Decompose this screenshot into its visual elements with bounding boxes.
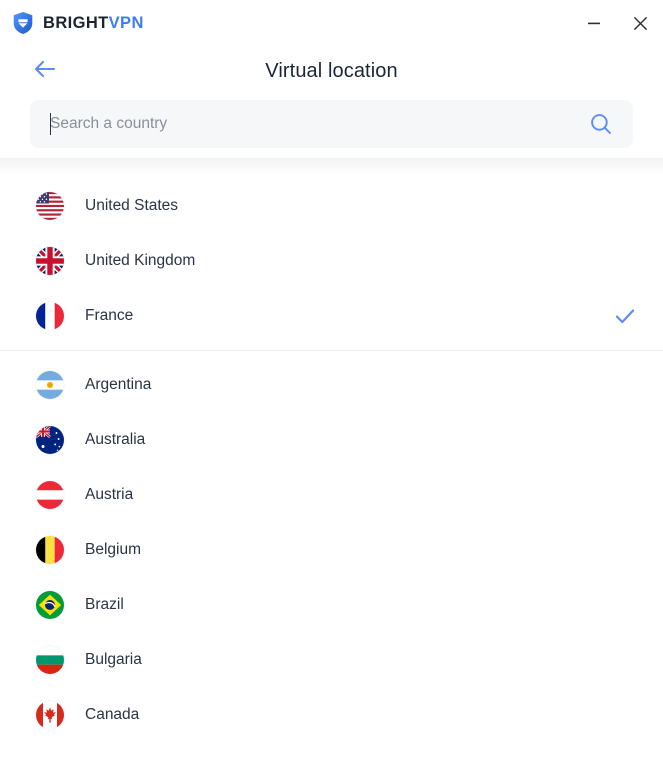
shield-icon [12, 11, 34, 35]
minimize-button[interactable] [571, 0, 617, 46]
page-header: Virtual location [0, 46, 663, 174]
flag-icon-bg [36, 645, 64, 674]
brand-name-accent: VPN [108, 13, 144, 32]
list-item[interactable]: Brazil [0, 577, 663, 632]
list-item[interactable]: Belgium [0, 522, 663, 577]
back-button[interactable] [22, 48, 68, 94]
list-item[interactable]: Austria [0, 467, 663, 522]
list-item-selected[interactable]: France [0, 288, 663, 343]
list-item[interactable]: Australia [0, 412, 663, 467]
list-item[interactable]: United Kingdom [0, 233, 663, 288]
country-name: Belgium [85, 540, 141, 558]
country-group-recommended: United States United Kingdom France [0, 178, 663, 343]
brand-wordmark: BRIGHT VPN [43, 14, 144, 33]
page-title: Virtual location [265, 59, 398, 82]
search-bar[interactable] [30, 100, 633, 148]
search-input[interactable] [50, 109, 587, 139]
list-item[interactable]: Bulgaria [0, 632, 663, 687]
section-divider [0, 350, 663, 351]
country-name: United Kingdom [85, 251, 196, 269]
list-item[interactable]: Canada [0, 687, 663, 742]
country-name: Australia [85, 430, 146, 448]
flag-icon-gb [36, 246, 64, 275]
nav-row: Virtual location [0, 46, 663, 96]
country-name: Austria [85, 485, 134, 503]
arrow-left-icon [32, 59, 58, 84]
flag-icon-ar [36, 370, 64, 399]
check-icon [613, 304, 637, 328]
country-name: Canada [85, 705, 140, 723]
list-item[interactable]: Argentina [0, 357, 663, 412]
country-name: Bulgaria [85, 650, 142, 668]
flag-icon-fr [36, 301, 64, 330]
flag-icon-at [36, 480, 64, 509]
flag-icon-br [36, 590, 64, 619]
country-name: Brazil [85, 595, 124, 613]
text-caret [50, 113, 51, 135]
close-button[interactable] [617, 0, 663, 46]
brand-name-primary: BRIGHT [43, 13, 109, 32]
flag-icon-ca [36, 700, 64, 729]
window-controls [571, 0, 663, 46]
country-name: Argentina [85, 375, 152, 393]
flag-icon-be [36, 535, 64, 564]
title-bar: BRIGHT VPN [0, 0, 663, 46]
flag-icon-au [36, 425, 64, 454]
app-logo: BRIGHT VPN [12, 11, 144, 35]
country-group-all: Argentina Australia Austria Belgium Braz… [0, 357, 663, 742]
search-icon[interactable] [587, 110, 615, 138]
country-name: France [85, 306, 134, 324]
list-item[interactable]: United States [0, 178, 663, 233]
country-name: United States [85, 196, 179, 214]
country-list[interactable]: United States United Kingdom France Arge… [0, 178, 663, 758]
flag-icon-us [36, 191, 64, 220]
